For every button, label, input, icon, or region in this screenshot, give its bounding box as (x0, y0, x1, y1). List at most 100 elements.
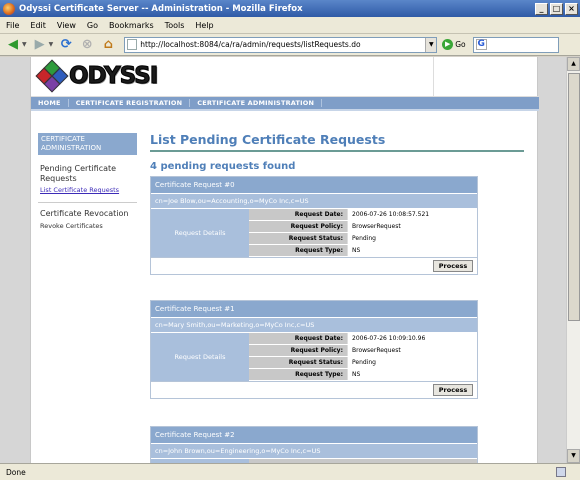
sidebar-section-title: Certificate Revocation (40, 209, 129, 218)
window-titlebar: Odyssi Certificate Server -- Administrat… (0, 0, 580, 17)
request-header: Certificate Request #0 (151, 177, 477, 193)
firefox-icon (3, 2, 15, 15)
request-actions: Process (151, 381, 477, 398)
close-button[interactable]: × (565, 2, 578, 15)
menu-bar: File Edit View Go Bookmarks Tools Help (0, 17, 580, 34)
reload-icon[interactable]: ⟳ (58, 37, 74, 53)
back-icon[interactable]: ◀ (5, 37, 21, 53)
scroll-down-icon[interactable]: ▼ (567, 449, 580, 463)
sidebar-section-pending: Pending Certificate Requests List Certif… (38, 164, 137, 194)
table-row: Request Date: 2006-07-26 10:08:57.521 (249, 209, 477, 221)
search-input[interactable]: G (472, 36, 559, 53)
page-viewport: ODYSSI HOME CERTIFICATE REGISTRATION CER… (0, 57, 566, 463)
menu-view[interactable]: View (57, 21, 76, 30)
field-label: Request Type: (249, 245, 347, 256)
request-date-value: 2006-07-26 10:08:57.521 (347, 209, 477, 220)
menu-go[interactable]: Go (87, 21, 98, 30)
request-count: 4 pending requests found (150, 161, 296, 172)
main-content: List Pending Certificate Requests 4 pend… (150, 133, 524, 463)
forward-dropdown-icon[interactable]: ▼ (49, 41, 54, 48)
request-header: Certificate Request #1 (151, 301, 477, 317)
status-bar: Done (0, 463, 580, 480)
request-subject-dn: cn=Mary Smith,ou=Marketing,o=MyCo Inc,c=… (151, 317, 477, 332)
page-title: List Pending Certificate Requests (150, 133, 524, 152)
google-search-icon: G (475, 39, 487, 50)
sidebar-section-title: Pending Certificate Requests (40, 164, 117, 183)
nav-home[interactable]: HOME (31, 99, 69, 107)
certificate-request-card: Certificate Request #1 cn=Mary Smith,ou=… (150, 300, 478, 399)
table-row: Request Policy: BrowserRequest (249, 221, 477, 233)
request-details-label: Request Details (151, 209, 249, 257)
request-details: Request Details Request Date: 2006-07-26… (151, 208, 477, 257)
web-page: ODYSSI HOME CERTIFICATE REGISTRATION CER… (30, 57, 539, 463)
request-subject-dn: cn=John Brown,ou=Engineering,o=MyCo Inc,… (151, 443, 477, 458)
address-bar[interactable]: http://localhost:8084/ca/ra/admin/reques… (124, 36, 438, 53)
menu-help[interactable]: Help (195, 21, 213, 30)
request-status-value: Pending (347, 233, 477, 244)
certificate-request-card: Certificate Request #2 cn=John Brown,ou=… (150, 426, 478, 463)
request-actions: Process (151, 257, 477, 274)
menu-edit[interactable]: Edit (30, 21, 46, 30)
request-policy-value: BrowserRequest (347, 345, 477, 356)
list-certificate-requests-link[interactable]: List Certificate Requests (38, 186, 137, 194)
field-label: Request Policy: (249, 345, 347, 356)
field-label: Request Date: (249, 333, 347, 344)
top-navigation: HOME CERTIFICATE REGISTRATION CERTIFICAT… (31, 97, 539, 111)
request-date-value: 2006-07-26 10:09:10.96 (347, 333, 477, 344)
go-button[interactable]: ▶ Go (442, 39, 466, 50)
process-button[interactable]: Process (433, 260, 473, 272)
field-label: Request Type: (249, 369, 347, 380)
certificate-request-card: Certificate Request #0 cn=Joe Blow,ou=Ac… (150, 176, 478, 275)
odyssi-logo[interactable]: ODYSSI (35, 59, 159, 93)
sidebar-section-revocation: Certificate Revocation Revoke Certificat… (38, 209, 137, 230)
back-dropdown-icon[interactable]: ▼ (22, 41, 27, 48)
logo-gems-icon (35, 59, 69, 93)
stop-icon[interactable]: ⊗ (79, 37, 95, 53)
request-policy-value: BrowserRequest (347, 221, 477, 232)
nav-certificate-registration[interactable]: CERTIFICATE REGISTRATION (69, 99, 191, 107)
status-indicator-icon (556, 467, 566, 477)
vertical-scrollbar[interactable]: ▲ ▼ (566, 57, 580, 463)
maximize-button[interactable]: □ (550, 2, 563, 15)
revoke-certificates-link[interactable]: Revoke Certificates (38, 222, 137, 230)
process-button[interactable]: Process (433, 384, 473, 396)
sidebar-heading: CERTIFICATE ADMINISTRATION (38, 133, 137, 155)
home-icon[interactable]: ⌂ (100, 37, 116, 53)
field-label: Request Status: (249, 233, 347, 244)
header-divider (433, 57, 434, 97)
page-header: ODYSSI (31, 57, 539, 97)
menu-bookmarks[interactable]: Bookmarks (109, 21, 154, 30)
logo-wordmark: ODYSSI (68, 63, 158, 90)
navigation-toolbar: ◀ ▼ ▶ ▼ ⟳ ⊗ ⌂ http://localhost:8084/ca/r… (0, 34, 580, 56)
scrollbar-thumb[interactable] (568, 73, 580, 321)
nav-certificate-administration[interactable]: CERTIFICATE ADMINISTRATION (190, 99, 323, 107)
address-dropdown-icon[interactable]: ▼ (425, 37, 437, 52)
table-row: Request Date: 2006-07-26 10:09:10.96 (249, 333, 477, 345)
address-url[interactable]: http://localhost:8084/ca/ra/admin/reques… (140, 40, 425, 49)
table-row: Request Policy: BrowserRequest (249, 345, 477, 357)
request-fields-table: Request Date: 2006-07-26 10:09:10.96 Req… (249, 333, 477, 381)
status-text: Done (6, 467, 26, 477)
sidebar: CERTIFICATE ADMINISTRATION Pending Certi… (38, 133, 137, 230)
go-icon: ▶ (442, 39, 454, 50)
window-title: Odyssi Certificate Server -- Administrat… (19, 3, 303, 14)
request-header: Certificate Request #2 (151, 427, 477, 443)
forward-icon[interactable]: ▶ (32, 37, 48, 53)
field-label: Request Policy: (249, 221, 347, 232)
menu-tools[interactable]: Tools (165, 21, 185, 30)
menu-file[interactable]: File (6, 21, 19, 30)
request-type-value: NS (347, 369, 477, 380)
request-details: Request Details Request Date: 2006-07-26… (151, 332, 477, 381)
sidebar-divider (38, 202, 137, 203)
go-label: Go (455, 40, 466, 49)
request-status-value: Pending (347, 357, 477, 368)
minimize-button[interactable]: _ (535, 2, 548, 15)
request-fields-table: Request Date: 2006-07-26 10:08:57.521 Re… (249, 209, 477, 257)
page-icon (127, 39, 138, 50)
table-row: Request Status: Pending (249, 357, 477, 369)
request-type-value: NS (347, 245, 477, 256)
table-row: Request Type: NS (249, 245, 477, 257)
table-row: Request Type: NS (249, 369, 477, 381)
scroll-up-icon[interactable]: ▲ (567, 57, 580, 71)
field-label: Request Date: (249, 209, 347, 220)
